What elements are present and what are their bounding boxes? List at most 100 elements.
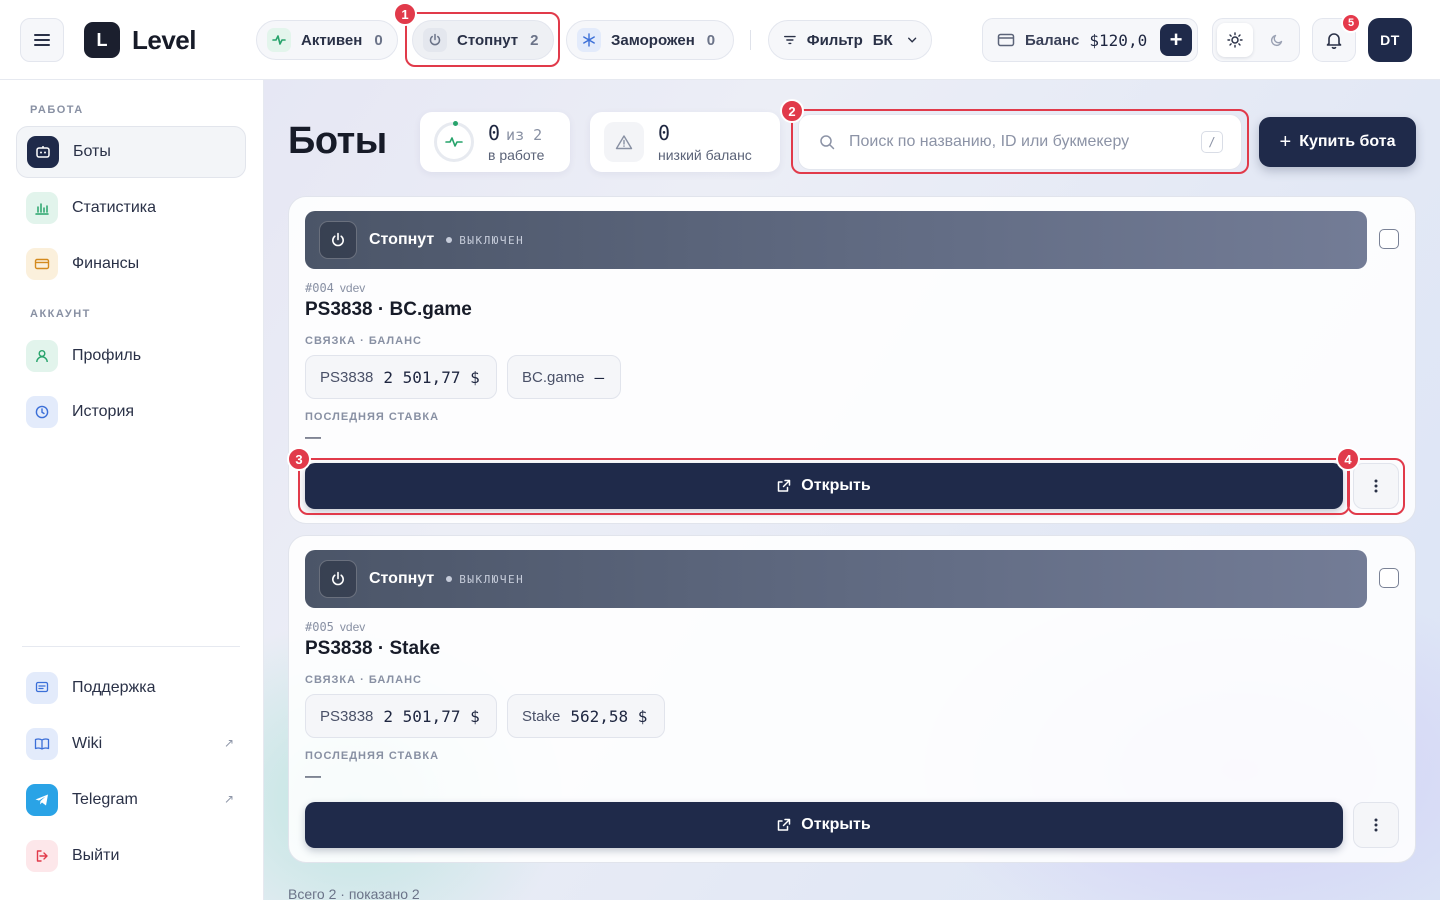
power-icon xyxy=(332,571,344,586)
bot-meta: #005 vdev xyxy=(305,620,365,634)
balance-value: $120,0 xyxy=(1089,30,1148,50)
bot-status-bar: Стопнут ВЫКЛЮЧЕН xyxy=(305,550,1367,608)
sidebar-item-label: Wiki xyxy=(72,735,103,752)
top-up-button[interactable]: + xyxy=(1160,24,1192,56)
menu-toggle-button[interactable] xyxy=(20,18,64,62)
buy-bot-label: Купить бота xyxy=(1299,133,1396,150)
sidebar-item-support[interactable]: Поддержка xyxy=(16,662,246,714)
sidebar-item-telegram[interactable]: Telegram ↗ xyxy=(16,774,246,826)
power-toggle-button[interactable] xyxy=(319,560,357,598)
chip-balance: 2 501,77 $ xyxy=(383,367,480,387)
filter-stopped[interactable]: Стопнут 2 xyxy=(412,20,554,60)
dark-theme-button[interactable] xyxy=(1259,23,1295,57)
sidebar-item-label: Боты xyxy=(73,143,111,160)
power-toggle-button[interactable] xyxy=(319,221,357,259)
bot-icon xyxy=(27,136,59,168)
filter-active-label: Активен xyxy=(301,31,363,49)
sidebar-item-label: Поддержка xyxy=(72,679,156,696)
filter-active-count: 0 xyxy=(374,31,383,49)
filter-icon xyxy=(784,35,796,45)
bookmaker-chip: PS3838 2 501,77 $ xyxy=(305,694,497,738)
sidebar-item-label: Финансы xyxy=(72,255,140,272)
bk-filter-value: БК xyxy=(872,31,893,49)
last-bet-label: ПОСЛЕДНЯЯ СТАВКА xyxy=(305,411,440,423)
filter-active[interactable]: Активен 0 xyxy=(256,20,398,60)
bot-more-menu-button[interactable] xyxy=(1353,463,1399,509)
external-link-icon: ↗ xyxy=(223,792,234,806)
stat-low-value: 0 xyxy=(658,121,671,145)
sidebar-item-wiki[interactable]: Wiki ↗ xyxy=(16,718,246,770)
bot-name: PS3838 · BC.game xyxy=(305,299,472,320)
sidebar: РАБОТА Боты Статистика Финансы АККАУНТ П… xyxy=(0,80,264,900)
sidebar-item-profile[interactable]: Профиль xyxy=(16,330,246,382)
bookmaker-chip: BC.game — xyxy=(507,355,621,399)
annotation-marker-2: 2 xyxy=(780,99,804,123)
hamburger-icon xyxy=(34,34,50,46)
sidebar-item-label: Профиль xyxy=(72,347,142,364)
more-vertical-icon xyxy=(1374,818,1378,832)
sidebar-item-statistics[interactable]: Статистика xyxy=(16,182,246,234)
balance-widget[interactable]: Баланс $120,0 + xyxy=(982,18,1198,62)
last-bet-value: — xyxy=(305,768,321,785)
open-bot-button[interactable]: Открыть xyxy=(305,802,1343,848)
bk-filter-dropdown[interactable]: Фильтр БК xyxy=(768,20,932,60)
bar-chart-icon xyxy=(26,192,58,224)
stat-working-value: 0 xyxy=(488,121,501,145)
sidebar-divider xyxy=(22,646,240,647)
logo-mark: L xyxy=(84,22,120,58)
sidebar-item-label: Telegram xyxy=(72,791,138,808)
bot-more-menu-button[interactable] xyxy=(1353,802,1399,848)
search-shortcut-hint: / xyxy=(1201,131,1223,153)
sidebar-item-finance[interactable]: Финансы xyxy=(16,238,246,290)
filter-frozen[interactable]: Заморожен 0 xyxy=(566,20,734,60)
activity-ring-icon xyxy=(434,121,474,162)
section-label-work: РАБОТА xyxy=(30,104,84,116)
bot-status: Стопнут xyxy=(369,231,435,248)
sidebar-item-bots[interactable]: Боты xyxy=(16,126,246,178)
power-icon xyxy=(332,232,344,247)
book-icon xyxy=(26,728,58,760)
card-icon xyxy=(26,248,58,280)
bot-owner: vdev xyxy=(339,620,366,634)
bot-id: #005 xyxy=(305,620,334,634)
open-bot-label: Открыть xyxy=(801,816,871,833)
chip-balance: 562,58 $ xyxy=(570,706,648,726)
user-avatar[interactable]: DT xyxy=(1368,18,1412,62)
pulse-icon xyxy=(267,28,291,52)
link-balance-label: СВЯЗКА · БАЛАНС xyxy=(305,674,422,686)
annotation-marker-4: 4 xyxy=(1336,447,1360,471)
bot-status-bar: Стопнут ВЫКЛЮЧЕН xyxy=(305,211,1367,269)
bot-state: ВЫКЛЮЧЕН xyxy=(446,234,524,247)
light-theme-button[interactable] xyxy=(1217,23,1253,57)
bot-select-checkbox[interactable] xyxy=(1379,229,1399,249)
annotation-marker-1: 1 xyxy=(393,2,417,26)
chat-icon xyxy=(26,672,58,704)
balance-label: Баланс xyxy=(1025,31,1080,49)
user-icon xyxy=(26,340,58,372)
app-logo[interactable]: L Level xyxy=(84,22,197,58)
sidebar-item-label: Статистика xyxy=(72,199,157,216)
bookmaker-chip: PS3838 2 501,77 $ xyxy=(305,355,497,399)
search-placeholder: Поиск по названию, ID или букмекеру xyxy=(849,133,1130,150)
stat-low-label: низкий баланс xyxy=(658,147,752,163)
stat-working-of: из 2 xyxy=(506,126,543,144)
stat-working-label: в работе xyxy=(488,147,545,163)
theme-toggle xyxy=(1212,18,1300,62)
sidebar-item-logout[interactable]: Выйти xyxy=(16,830,246,882)
bot-select-checkbox[interactable] xyxy=(1379,568,1399,588)
buy-bot-button[interactable]: + Купить бота xyxy=(1259,117,1416,167)
telegram-icon xyxy=(26,784,58,816)
notifications-button[interactable]: 5 xyxy=(1312,13,1361,62)
clock-icon xyxy=(26,396,58,428)
last-bet-value: — xyxy=(305,429,321,446)
more-vertical-icon xyxy=(1374,479,1378,493)
page-title: Боты xyxy=(288,120,387,162)
search-input[interactable]: Поиск по названию, ID или букмекеру / xyxy=(798,114,1242,170)
open-bot-button[interactable]: Открыть xyxy=(305,463,1343,509)
top-bar: L Level Активен 0 Стопнут 2 Заморожен 0 … xyxy=(0,0,1440,80)
bot-owner: vdev xyxy=(339,281,366,295)
annotation-marker-3: 3 xyxy=(287,447,311,471)
bell-icon xyxy=(1326,33,1342,49)
bot-name: PS3838 · Stake xyxy=(305,638,441,659)
sidebar-item-history[interactable]: История xyxy=(16,386,246,438)
